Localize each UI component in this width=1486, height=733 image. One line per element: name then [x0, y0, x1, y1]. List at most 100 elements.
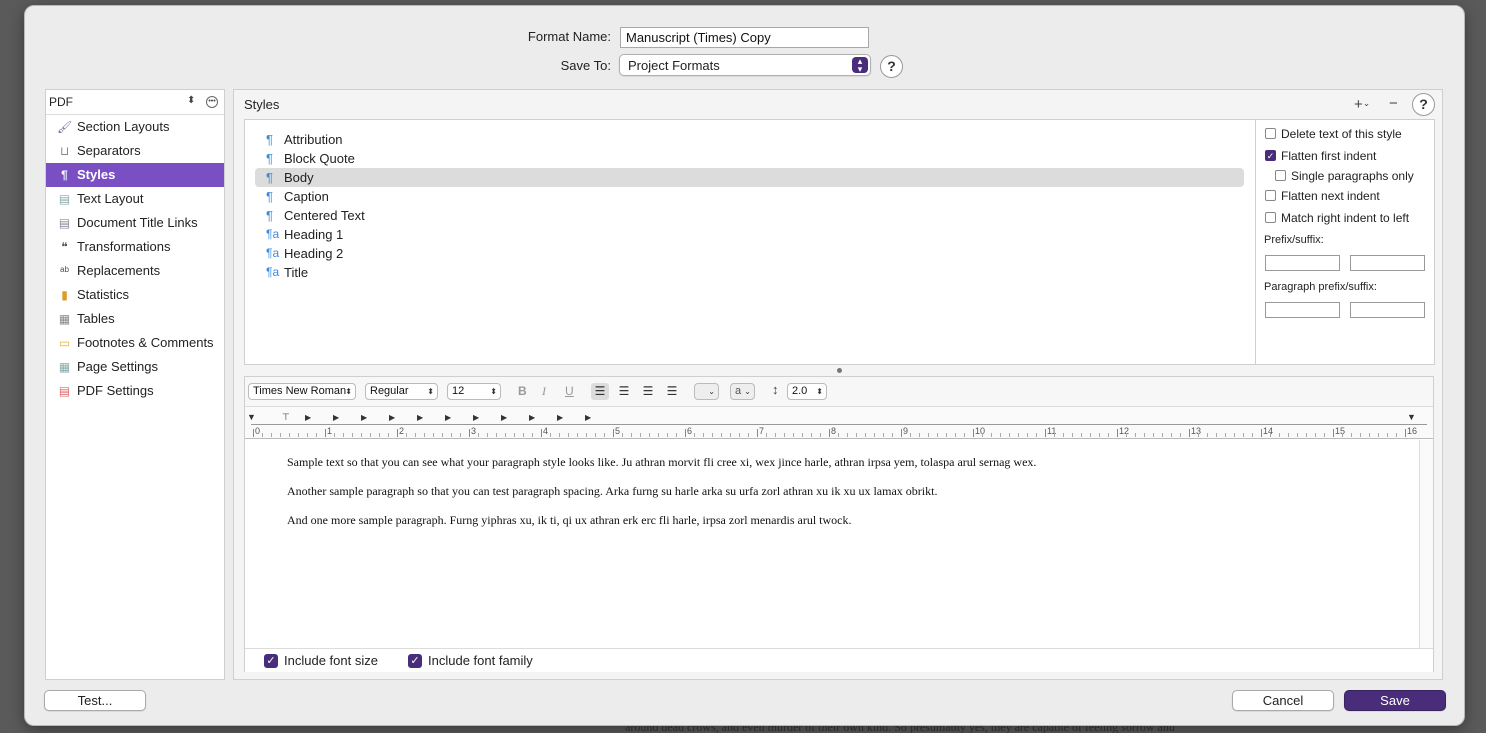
ruler-minor-tick: [1171, 433, 1172, 437]
vertical-scrollbar[interactable]: [1419, 440, 1433, 648]
underline-button[interactable]: U: [565, 384, 574, 398]
style-row[interactable]: ¶ Caption: [255, 187, 1244, 206]
sidebar-item-label: PDF Settings: [77, 383, 154, 398]
cancel-button[interactable]: Cancel: [1232, 690, 1334, 711]
align-center-button[interactable]: ☰: [615, 383, 633, 400]
style-name: Caption: [284, 189, 329, 204]
tab-stop-icon[interactable]: ▶: [445, 413, 451, 422]
sidebar-item-separators[interactable]: ⊔ Separators: [46, 139, 224, 163]
sidebar-item-replacements[interactable]: ᵃᵇ Replacements: [46, 259, 224, 283]
style-row[interactable]: ¶a Heading 2: [255, 244, 1244, 263]
paragraph-prefix-suffix-label: Paragraph prefix/suffix:: [1264, 281, 1377, 293]
sidebar-format-popup[interactable]: PDF ⬍ •••: [46, 90, 224, 115]
test-button[interactable]: Test...: [44, 690, 146, 711]
format-name-field[interactable]: Manuscript (Times) Copy: [620, 27, 869, 48]
paragraph-suffix-field[interactable]: [1350, 302, 1425, 318]
suffix-field[interactable]: [1350, 255, 1425, 271]
tab-stop-icon[interactable]: ▶: [585, 413, 591, 422]
ruler-minor-tick: [937, 433, 938, 437]
remove-style-button[interactable]: −: [1389, 95, 1398, 112]
ruler-minor-tick: [1072, 433, 1073, 437]
add-style-button[interactable]: +⌄: [1354, 96, 1370, 113]
prefix-field[interactable]: [1265, 255, 1340, 271]
ruler-minor-tick: [442, 433, 443, 437]
font-size-popup[interactable]: 12 ⬍: [447, 383, 501, 400]
align-right-button[interactable]: ☰: [639, 383, 657, 400]
sidebar-item-statistics[interactable]: ▮ Statistics: [46, 283, 224, 307]
sidebar-item-label: Page Settings: [77, 359, 158, 374]
sidebar-item-transformations[interactable]: ❝ Transformations: [46, 235, 224, 259]
left-indent-marker[interactable]: ▼: [247, 412, 256, 422]
sidebar-item-pdf-settings[interactable]: ▤ PDF Settings: [46, 379, 224, 403]
tab-stop-icon[interactable]: ▶: [501, 413, 507, 422]
ruler-minor-tick: [370, 433, 371, 437]
tab-stop-icon[interactable]: ▶: [389, 413, 395, 422]
align-right-icon: ☰: [642, 384, 654, 398]
ruler-minor-tick: [451, 433, 452, 437]
right-indent-marker[interactable]: ▼: [1407, 412, 1416, 422]
style-row[interactable]: ¶ Attribution: [255, 130, 1244, 149]
sidebar-item-tables[interactable]: ▦ Tables: [46, 307, 224, 331]
font-style-popup[interactable]: Regular ⬍: [365, 383, 438, 400]
ruler-minor-tick: [838, 433, 839, 437]
sidebar-item-text-layout[interactable]: ▤ Text Layout: [46, 187, 224, 211]
save-button[interactable]: Save: [1344, 690, 1446, 711]
tab-stop-icon[interactable]: ▶: [305, 413, 311, 422]
ruler[interactable]: 0 1 2 3 4 5 6 7 8 9 10 11 12 13 14 15 16 ▼ ⊤ ▼ ▶ ▶ ▶ ▶ ▶ ▶ ▶ ▶ ▶ ▶ ▶: [245, 407, 1433, 439]
up-down-icon: ⬍: [427, 387, 434, 396]
style-row[interactable]: ¶a Title: [255, 263, 1244, 282]
ruler-minor-tick: [676, 433, 677, 437]
align-justify-button[interactable]: ☰: [663, 383, 681, 400]
tab-stop-icon[interactable]: ▶: [529, 413, 535, 422]
tab-stop-icon[interactable]: ▶: [417, 413, 423, 422]
sidebar-item-footnotes-comments[interactable]: ▭ Footnotes & Comments: [46, 331, 224, 355]
ruler-tick: [253, 429, 254, 437]
sidebar-item-section-layouts[interactable]: 🖌 Section Layouts: [46, 115, 224, 139]
sample-text-area[interactable]: Sample text so that you can see what you…: [245, 440, 1419, 648]
ruler-tick: [1261, 429, 1262, 437]
checkmark-icon: ✓: [264, 654, 278, 668]
ruler-minor-tick: [1180, 433, 1181, 437]
checkbox-label: Flatten next indent: [1281, 189, 1380, 203]
sidebar-item-styles[interactable]: ¶ Styles: [46, 163, 224, 187]
font-family-popup[interactable]: Times New Roman ⬍: [248, 383, 356, 400]
paragraph-prefix-field[interactable]: [1265, 302, 1340, 318]
ruler-minor-tick: [820, 433, 821, 437]
checkbox-box: [1265, 128, 1276, 139]
tab-stop-icon[interactable]: ▶: [557, 413, 563, 422]
line-spacing-popup[interactable]: 2.0 ⬍: [787, 383, 827, 400]
first-line-indent-marker[interactable]: ⊤: [282, 412, 290, 423]
ruler-tick: [973, 429, 974, 437]
italic-button[interactable]: I: [542, 384, 546, 399]
ruler-minor-tick: [1216, 433, 1217, 437]
ruler-minor-tick: [1225, 433, 1226, 437]
tab-stop-icon[interactable]: ▶: [361, 413, 367, 422]
style-row[interactable]: ¶ Body: [255, 168, 1244, 187]
checkbox-box: [1265, 190, 1276, 201]
style-row[interactable]: ¶ Block Quote: [255, 149, 1244, 168]
highlight-color-popup[interactable]: ⌄: [694, 383, 719, 400]
tab-stop-icon[interactable]: ▶: [473, 413, 479, 422]
ruler-minor-tick: [1324, 433, 1325, 437]
ruler-minor-tick: [640, 433, 641, 437]
ruler-minor-tick: [586, 433, 587, 437]
ruler-minor-tick: [550, 433, 551, 437]
checkbox-box: [1275, 170, 1286, 181]
sidebar-item-page-settings[interactable]: ▦ Page Settings: [46, 355, 224, 379]
quotes-icon: ❝: [61, 240, 68, 254]
split-view-handle[interactable]: [837, 368, 842, 373]
sidebar-item-label: Transformations: [77, 239, 171, 254]
tab-stop-icon[interactable]: ▶: [333, 413, 339, 422]
ruler-minor-tick: [1207, 433, 1208, 437]
help-button[interactable]: ?: [880, 55, 903, 78]
align-left-button[interactable]: ☰: [591, 383, 609, 400]
bold-button[interactable]: B: [518, 384, 527, 398]
style-row[interactable]: ¶a Heading 1: [255, 225, 1244, 244]
styles-help-button[interactable]: ?: [1412, 93, 1435, 116]
style-row[interactable]: ¶ Centered Text: [255, 206, 1244, 225]
save-to-popup[interactable]: Project Formats ▴ ▾: [619, 54, 871, 76]
text-color-popup[interactable]: a ⌄: [730, 383, 755, 400]
more-options-icon[interactable]: •••: [206, 96, 218, 108]
ruler-minor-tick: [1360, 433, 1361, 437]
sidebar-item-document-title-links[interactable]: ▤ Document Title Links: [46, 211, 224, 235]
